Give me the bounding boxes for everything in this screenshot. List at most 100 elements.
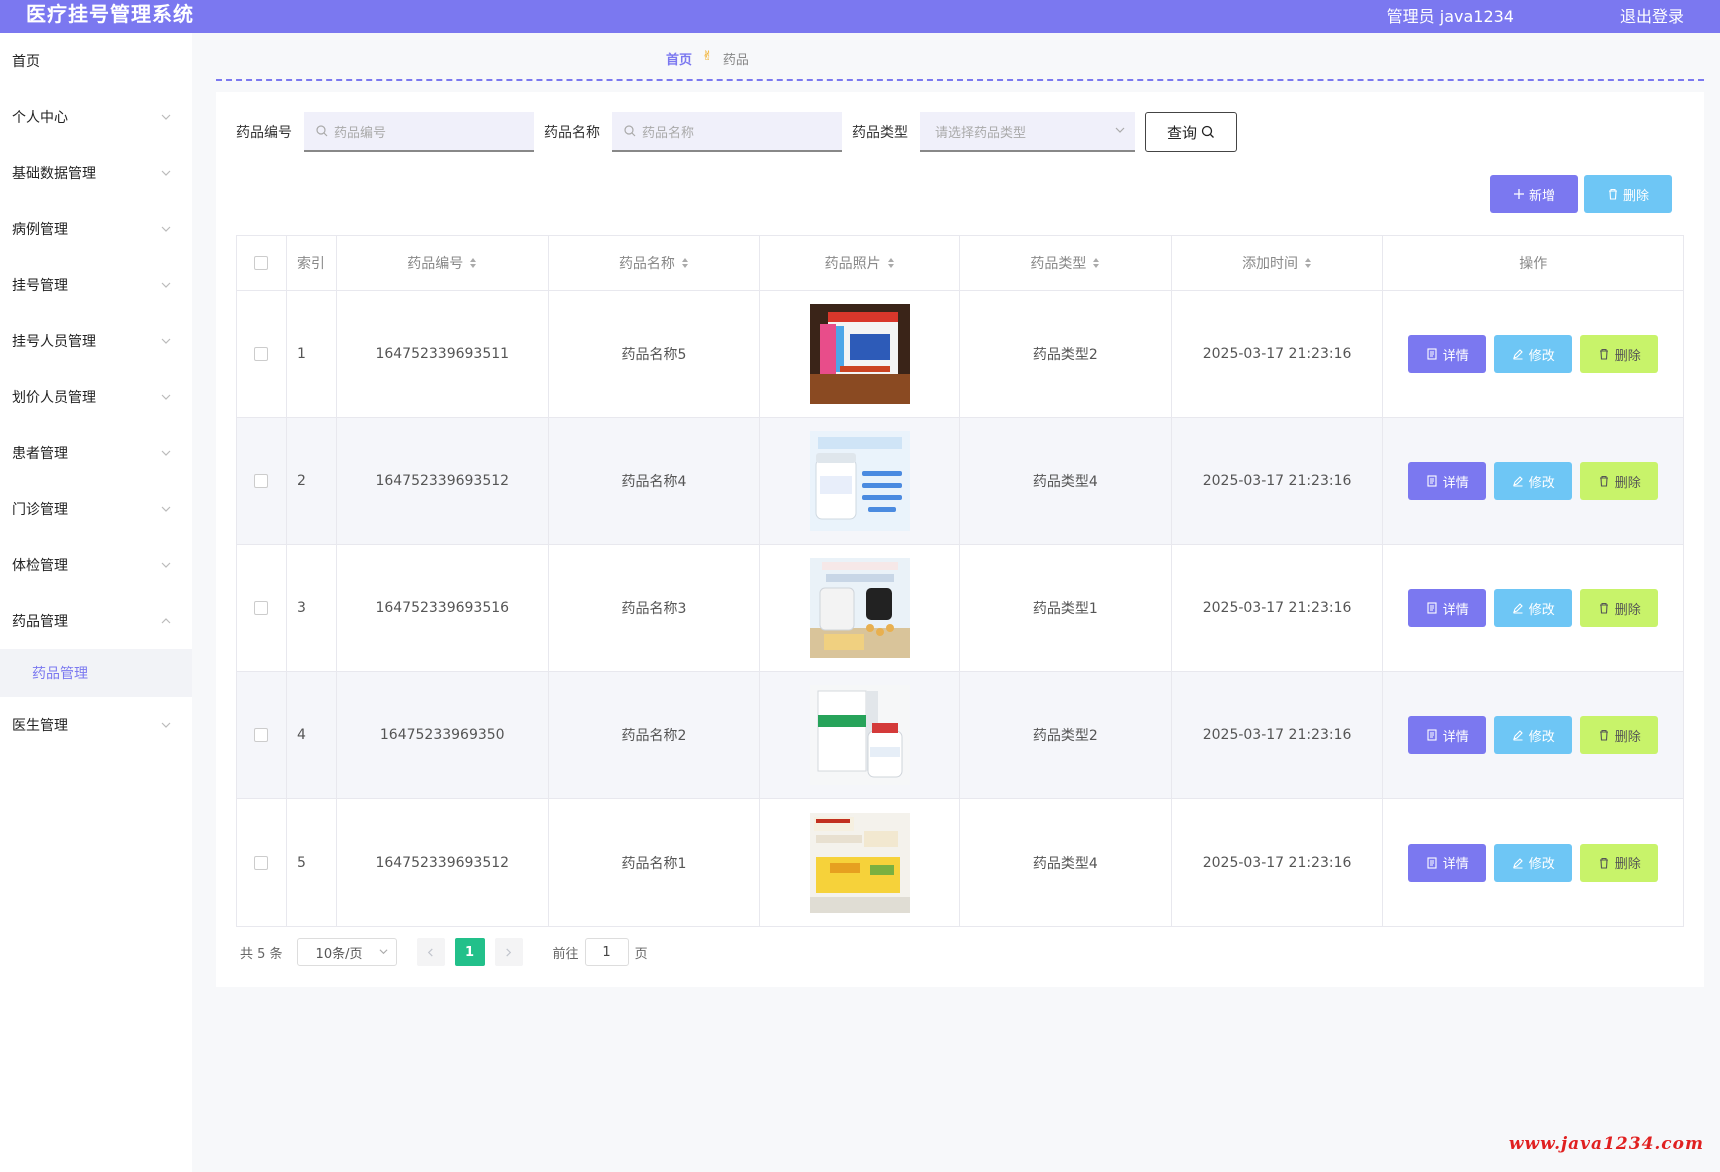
table-row: 4 16475233969350 药品名称2 药品类型2 2025-03-17 … bbox=[237, 672, 1683, 799]
code-filter-input[interactable]: 药品编号 bbox=[304, 112, 534, 152]
name-filter-placeholder: 药品名称 bbox=[642, 125, 695, 141]
sort-icon[interactable] bbox=[1092, 257, 1100, 269]
sidebar-item-base-data[interactable]: 基础数据管理 bbox=[0, 145, 192, 201]
edit-button[interactable]: 修改 bbox=[1494, 589, 1573, 627]
row-checkbox[interactable] bbox=[254, 855, 269, 870]
document-icon bbox=[1427, 602, 1437, 614]
trash-icon bbox=[1599, 348, 1608, 360]
sidebar-item-patient[interactable]: 患者管理 bbox=[0, 425, 192, 481]
delete-button[interactable]: 删除 bbox=[1580, 335, 1659, 373]
sort-icon[interactable] bbox=[469, 257, 477, 269]
next-page-button[interactable] bbox=[494, 938, 523, 966]
trash-icon bbox=[1599, 475, 1608, 487]
edit-button[interactable]: 修改 bbox=[1494, 843, 1573, 882]
search-icon bbox=[316, 125, 328, 137]
add-button[interactable]: 新增 bbox=[1490, 175, 1578, 213]
row-checkbox[interactable] bbox=[254, 347, 269, 361]
sidebar-item-home[interactable]: 首页 bbox=[0, 33, 192, 89]
header-name[interactable]: 药品名称 bbox=[549, 236, 761, 290]
detail-label: 详情 bbox=[1442, 348, 1469, 364]
sidebar-item-label: 体检管理 bbox=[12, 558, 68, 574]
sidebar-item-pricing-staff[interactable]: 划价人员管理 bbox=[0, 369, 192, 425]
row-photo-cell bbox=[760, 291, 961, 417]
row-index: 5 bbox=[287, 799, 337, 926]
sort-icon[interactable] bbox=[887, 257, 895, 269]
row-type: 药品类型1 bbox=[960, 545, 1172, 671]
drug-photo[interactable] bbox=[809, 431, 910, 531]
prev-page-button[interactable] bbox=[416, 938, 445, 966]
detail-button[interactable]: 详情 bbox=[1408, 335, 1487, 373]
plus-icon bbox=[1513, 189, 1524, 199]
sidebar-item-checkup[interactable]: 体检管理 bbox=[0, 537, 192, 593]
row-checkbox[interactable] bbox=[254, 728, 269, 742]
header-name-label: 药品名称 bbox=[618, 256, 675, 272]
delete-button[interactable]: 删除 bbox=[1580, 843, 1659, 882]
drug-photo[interactable] bbox=[809, 812, 910, 913]
query-button[interactable]: 查询 bbox=[1145, 112, 1237, 152]
pencil-icon bbox=[1512, 603, 1523, 614]
header-time[interactable]: 添加时间 bbox=[1172, 236, 1384, 290]
row-name: 药品名称5 bbox=[549, 291, 761, 417]
trash-icon bbox=[1599, 602, 1608, 614]
detail-button[interactable]: 详情 bbox=[1408, 589, 1487, 627]
goto-label: 前往 bbox=[552, 946, 579, 962]
sort-icon[interactable] bbox=[681, 257, 689, 269]
edit-label: 修改 bbox=[1528, 729, 1555, 745]
sidebar: 首页 个人中心 基础数据管理 病例管理 挂号管理 挂号人员管理 划价人员管理 患… bbox=[0, 33, 192, 1172]
chevron-up-icon bbox=[160, 615, 172, 627]
name-filter-input[interactable]: 药品名称 bbox=[612, 112, 842, 152]
sidebar-item-registrar-staff[interactable]: 挂号人员管理 bbox=[0, 313, 192, 369]
chevron-left-icon bbox=[427, 947, 433, 957]
row-type: 药品类型4 bbox=[960, 418, 1172, 544]
select-all-checkbox[interactable] bbox=[254, 256, 269, 270]
header-photo[interactable]: 药品照片 bbox=[760, 236, 961, 290]
delete-label: 删除 bbox=[1614, 475, 1641, 491]
sidebar-item-case[interactable]: 病例管理 bbox=[0, 201, 192, 257]
sidebar-item-registration[interactable]: 挂号管理 bbox=[0, 257, 192, 313]
row-checkbox[interactable] bbox=[254, 474, 269, 488]
detail-button[interactable]: 详情 bbox=[1408, 716, 1487, 754]
delete-button[interactable]: 删除 bbox=[1580, 462, 1659, 500]
chevron-right-icon bbox=[506, 947, 512, 957]
sidebar-item-outpatient[interactable]: 门诊管理 bbox=[0, 481, 192, 537]
chevron-down-icon bbox=[1115, 124, 1125, 139]
sidebar-subitem-drug[interactable]: 药品管理 bbox=[0, 649, 192, 697]
sidebar-item-doctor[interactable]: 医生管理 bbox=[0, 697, 192, 753]
header-code[interactable]: 药品编号 bbox=[337, 236, 549, 290]
edit-button[interactable]: 修改 bbox=[1494, 462, 1573, 500]
drug-photo[interactable] bbox=[809, 304, 910, 404]
sort-icon[interactable] bbox=[1304, 257, 1312, 269]
type-filter-select[interactable]: 请选择药品类型 bbox=[920, 112, 1135, 152]
detail-button[interactable]: 详情 bbox=[1408, 843, 1487, 882]
delete-label: 删除 bbox=[1614, 729, 1641, 745]
row-photo-cell bbox=[760, 799, 961, 926]
detail-button[interactable]: 详情 bbox=[1408, 462, 1487, 500]
row-code: 16475233969350 bbox=[337, 672, 549, 798]
page-size-select[interactable]: 10条/页 bbox=[296, 938, 397, 966]
delete-button[interactable]: 删除 bbox=[1580, 589, 1659, 627]
breadcrumb-home[interactable]: 首页 bbox=[666, 49, 692, 68]
batch-delete-button[interactable]: 删除 bbox=[1584, 175, 1672, 213]
row-checkbox[interactable] bbox=[254, 601, 269, 615]
page-number-button[interactable]: 1 bbox=[454, 938, 485, 966]
edit-button[interactable]: 修改 bbox=[1494, 716, 1573, 754]
header-index: 索引 bbox=[287, 236, 337, 290]
edit-button[interactable]: 修改 bbox=[1494, 335, 1573, 373]
header-type[interactable]: 药品类型 bbox=[960, 236, 1172, 290]
row-index: 2 bbox=[287, 418, 337, 544]
row-index: 1 bbox=[287, 291, 337, 417]
add-button-label: 新增 bbox=[1528, 188, 1555, 204]
chevron-down-icon bbox=[160, 279, 172, 291]
goto-page-input[interactable]: 1 bbox=[584, 938, 629, 966]
table-row: 1 164752339693511 药品名称5 药品类型2 2025-03-17… bbox=[237, 291, 1683, 418]
sidebar-item-label: 患者管理 bbox=[12, 446, 68, 462]
sidebar-item-profile[interactable]: 个人中心 bbox=[0, 89, 192, 145]
logout-link[interactable]: 退出登录 bbox=[1620, 3, 1684, 27]
sidebar-item-drug[interactable]: 药品管理 bbox=[0, 593, 192, 649]
delete-button[interactable]: 删除 bbox=[1580, 716, 1659, 754]
sidebar-item-label: 首页 bbox=[12, 54, 40, 70]
header-checkbox-cell bbox=[237, 236, 287, 290]
drug-photo[interactable] bbox=[809, 685, 910, 785]
document-icon bbox=[1427, 729, 1437, 741]
drug-photo[interactable] bbox=[809, 558, 910, 658]
